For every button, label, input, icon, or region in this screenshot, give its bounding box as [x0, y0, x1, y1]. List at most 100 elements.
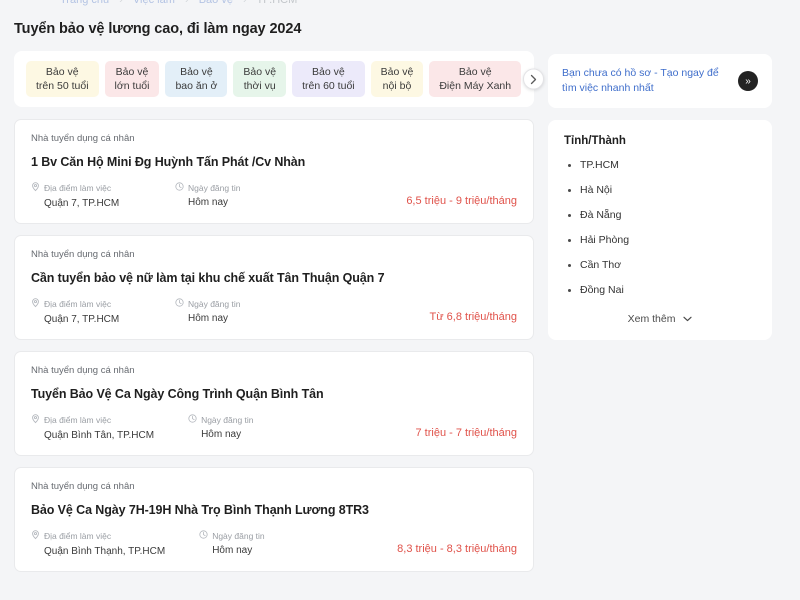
category-chip[interactable]: Bảo vệ bao ăn ở	[165, 61, 228, 97]
job-salary: Từ 6,8 triệu/tháng	[429, 311, 517, 323]
job-date-block: Ngày đăng tin Hôm nay	[175, 182, 240, 208]
breadcrumb-separator: ›	[184, 0, 189, 6]
category-chip-line2: trên 60 tuổi	[302, 80, 355, 92]
category-chip-line2: lớn tuổi	[114, 80, 150, 92]
job-title[interactable]: Bảo Vệ Ca Ngày 7H-19H Nhà Trọ Bình Thạnh…	[31, 503, 517, 517]
province-list-item[interactable]: Cần Thơ	[564, 259, 756, 271]
job-location-value: Quận Bình Thạnh, TP.HCM	[44, 546, 166, 557]
job-location-value: Quận 7, TP.HCM	[44, 198, 120, 209]
province-filter-card: Tỉnh/Thành TP.HCM Hà Nội Đà Nẵng Hải Phòng C…	[548, 120, 772, 341]
category-chip-line2: trên 50 tuổi	[36, 80, 89, 92]
page-root: Trang chủ › Việc làm › Bảo vệ › TP.HCM T…	[0, 0, 800, 600]
job-location-block: Địa điểm làm việc Quận 7, TP.HCM	[31, 182, 141, 209]
job-date-value: Hôm nay	[188, 197, 229, 208]
breadcrumb-item-3: TP.HCM	[256, 0, 298, 6]
province-list-item[interactable]: Đà Nẵng	[564, 209, 756, 221]
category-chip-carousel: Bảo vệ trên 50 tuổi Bảo vệ lớn tuổi Bảo vệ ba…	[14, 51, 544, 107]
job-employer: Nhà tuyển dụng cá nhân	[31, 481, 135, 492]
province-list: TP.HCM Hà Nội Đà Nẵng Hải Phòng Cần Thơ Đồng …	[564, 159, 756, 296]
main-column: Tuyển bảo vệ lương cao, đi làm ngay 2024…	[0, 9, 548, 583]
category-chip-line1: Bảo vệ	[243, 65, 277, 78]
job-location-block: Địa điểm làm việc Quận Bình Thạnh, TP.HCM	[31, 530, 165, 557]
category-chip[interactable]: Bảo vệ trên 50 tuổi	[26, 61, 99, 97]
category-chip-line1: Bảo vệ	[458, 65, 492, 78]
job-salary: 6,5 triệu - 9 triệu/tháng	[406, 195, 517, 207]
job-employer: Nhà tuyển dụng cá nhân	[31, 249, 135, 260]
job-location-value: Quận 7, TP.HCM	[44, 314, 120, 325]
show-more-provinces-button[interactable]: Xem thêm	[564, 309, 756, 327]
map-pin-icon	[31, 298, 44, 310]
job-date-value: Hôm nay	[188, 313, 229, 324]
category-chip[interactable]: Bảo vệ lớn tuổi	[104, 61, 160, 97]
sidebar-column: Bạn chưa có hồ sơ - Tạo ngay để tìm việc…	[548, 9, 800, 341]
create-profile-banner-text: Bạn chưa có hồ sơ - Tạo ngay để tìm việc…	[562, 67, 719, 95]
category-chip-line1: Bảo vệ	[115, 65, 149, 78]
category-chip-line1: Bảo vệ	[312, 65, 345, 78]
province-list-item[interactable]: Hải Phòng	[564, 234, 756, 246]
show-more-label: Xem thêm	[627, 313, 676, 326]
province-list-item[interactable]: Hà Nội	[564, 184, 756, 196]
job-date-head: Ngày đăng tin	[199, 530, 265, 541]
job-location-label: Địa điểm làm việc	[44, 415, 112, 425]
map-pin-icon	[31, 530, 44, 542]
clock-icon	[175, 182, 188, 193]
job-date-block: Ngày đăng tin Hôm nay	[199, 530, 265, 556]
map-pin-icon	[31, 182, 44, 194]
chevron-down-icon	[683, 314, 692, 324]
job-title[interactable]: 1 Bv Căn Hộ Mini Đg Huỳnh Tấn Phát /Cv N…	[31, 155, 517, 169]
breadcrumb-inner: Trang chủ › Việc làm › Bảo vệ › TP.HCM	[60, 0, 297, 6]
job-card[interactable]: Nhà tuyển dụng cá nhân 1 Bv Căn Hộ Mini Đ…	[14, 119, 534, 224]
breadcrumb-separator: ›	[243, 0, 247, 6]
job-location-head: Địa điểm làm việc	[31, 182, 141, 194]
category-chip[interactable]: Bảo vệ Điện Máy Xanh	[429, 61, 522, 97]
job-location-block: Địa điểm làm việc Quận 7, TP.HCM	[31, 298, 141, 325]
job-card[interactable]: Nhà tuyển dụng cá nhân Tuyển Bảo Vệ Ca Ng…	[14, 351, 534, 456]
category-chip[interactable]: Bảo vệ nội bộ	[370, 61, 424, 97]
clock-icon	[188, 414, 201, 425]
job-list: Nhà tuyển dụng cá nhân 1 Bv Căn Hộ Mini Đ…	[14, 119, 534, 572]
job-location-head: Địa điểm làm việc	[31, 414, 154, 426]
job-date-block: Ngày đăng tin Hôm nay	[188, 414, 254, 440]
job-location-label: Địa điểm làm việc	[44, 299, 112, 309]
clock-icon	[175, 298, 188, 309]
job-date-value: Hôm nay	[212, 545, 253, 556]
category-chip-line1: Bảo vệ	[380, 65, 414, 78]
breadcrumb-item-2[interactable]: Bảo vệ	[199, 0, 233, 6]
job-date-head: Ngày đăng tin	[188, 414, 254, 425]
category-chip-line1: Bảo vệ	[45, 65, 79, 78]
breadcrumb-item-0[interactable]: Trang chủ	[60, 0, 109, 6]
job-title[interactable]: Tuyển Bảo Vệ Ca Ngày Công Trình Quận Bìn…	[31, 387, 517, 401]
create-profile-banner[interactable]: Bạn chưa có hồ sơ - Tạo ngay để tìm việc…	[548, 54, 772, 109]
province-list-item[interactable]: Đồng Nai	[564, 284, 756, 296]
province-list-item[interactable]: TP.HCM	[564, 159, 756, 171]
job-salary: 7 triệu - 7 triệu/tháng	[415, 427, 517, 439]
job-location-value: Quận Bình Tân, TP.HCM	[44, 430, 155, 441]
double-chevron-glyph: »	[745, 75, 751, 87]
job-card[interactable]: Nhà tuyển dụng cá nhân Bảo Vệ Ca Ngày 7H-…	[14, 467, 534, 572]
job-card[interactable]: Nhà tuyển dụng cá nhân Cần tuyển bảo vệ n…	[14, 235, 534, 340]
job-date-head: Ngày đăng tin	[175, 182, 240, 193]
category-chip-line2: nội bộ	[382, 80, 412, 92]
job-date-block: Ngày đăng tin Hôm nay	[175, 298, 240, 324]
chevron-right-icon[interactable]	[523, 68, 544, 90]
main-layout: Tuyển bảo vệ lương cao, đi làm ngay 2024…	[0, 9, 800, 600]
job-location-head: Địa điểm làm việc	[31, 530, 165, 542]
job-date-label: Ngày đăng tin	[188, 182, 241, 193]
job-salary: 8,3 triệu - 8,3 triệu/tháng	[397, 543, 517, 555]
job-date-head: Ngày đăng tin	[175, 298, 240, 309]
breadcrumb-item-1[interactable]: Việc làm	[133, 0, 175, 6]
job-employer: Nhà tuyển dụng cá nhân	[31, 365, 135, 376]
page-title: Tuyển bảo vệ lương cao, đi làm ngay 2024	[14, 21, 302, 37]
category-chip-line2: Điện Máy Xanh	[439, 80, 512, 92]
job-date-value: Hôm nay	[201, 429, 242, 440]
job-title[interactable]: Cần tuyển bảo vệ nữ làm tại khu chế xuất…	[31, 271, 517, 285]
double-chevron-right-icon[interactable]: »	[738, 71, 758, 92]
breadcrumb: Trang chủ › Việc làm › Bảo vệ › TP.HCM	[0, 0, 800, 9]
category-chip-line2: thời vụ	[243, 80, 276, 92]
category-chip[interactable]: Bảo vệ trên 60 tuổi	[292, 61, 365, 97]
province-filter-title: Tỉnh/Thành	[564, 135, 626, 148]
category-chip-row: Bảo vệ trên 50 tuổi Bảo vệ lớn tuổi Bảo vệ ba…	[26, 61, 522, 97]
job-date-label: Ngày đăng tin	[201, 414, 254, 425]
category-chip-line1: Bảo vệ	[180, 65, 213, 78]
category-chip[interactable]: Bảo vệ thời vụ	[233, 61, 287, 97]
